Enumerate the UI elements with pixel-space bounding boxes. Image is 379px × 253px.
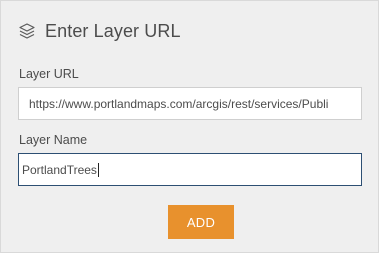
layer-url-label: Layer URL [19, 67, 79, 81]
layer-url-value: https://www.portlandmaps.com/arcgis/rest… [29, 96, 329, 111]
panel-header: Enter Layer URL [18, 19, 181, 43]
add-button[interactable]: ADD [168, 205, 234, 239]
layer-name-value: PortlandTrees [22, 162, 97, 177]
layers-icon [18, 22, 36, 40]
layer-name-label: Layer Name [19, 133, 88, 147]
text-caret [97, 162, 99, 177]
panel-title: Enter Layer URL [45, 20, 181, 41]
enter-layer-url-panel: Enter Layer URL Layer URL https://www.po… [0, 0, 379, 253]
layer-name-input[interactable]: PortlandTrees [18, 153, 362, 186]
layer-url-input[interactable]: https://www.portlandmaps.com/arcgis/rest… [18, 87, 362, 120]
